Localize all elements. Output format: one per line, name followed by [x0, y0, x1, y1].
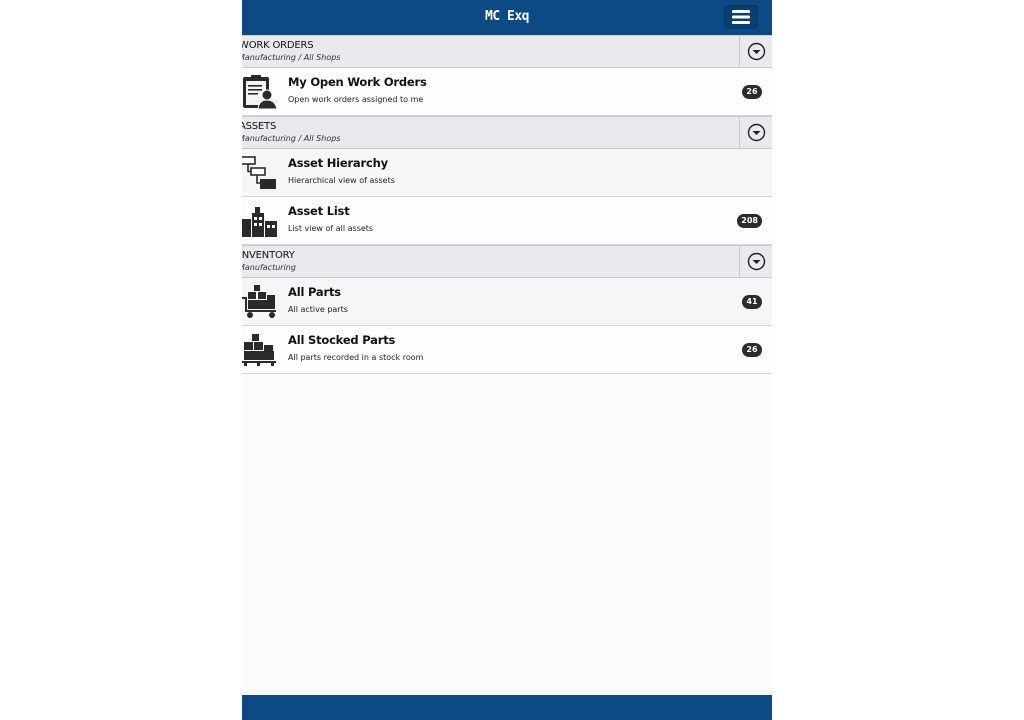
app-frame: MC Exq WORK ORDERS Manufacturing / All S…: [242, 0, 772, 720]
section-title: ASSETS: [242, 121, 277, 132]
chevron-down-circle-icon: [747, 123, 766, 142]
item-description: Hierarchical view of assets: [288, 176, 395, 185]
list-item-all-parts[interactable]: All Parts All active parts 41: [242, 278, 772, 326]
section-collapse-toggle[interactable]: [739, 36, 772, 67]
item-title: Asset List: [288, 204, 350, 218]
app-header: MC Exq: [242, 0, 772, 36]
section-collapse-toggle[interactable]: [739, 117, 772, 148]
count-badge: 208: [737, 214, 762, 228]
section-title: WORK ORDERS: [242, 40, 314, 51]
section-collapse-toggle[interactable]: [739, 246, 772, 277]
hamburger-menu-icon: [732, 10, 750, 24]
section-title: INVENTORY: [242, 250, 295, 261]
list-item-my-open-work-orders[interactable]: My Open Work Orders Open work orders ass…: [242, 68, 772, 116]
item-title: Asset Hierarchy: [288, 156, 388, 170]
app-title: MC Exq: [485, 9, 529, 24]
section-subtitle: Manufacturing / All Shops: [242, 134, 341, 143]
list-item-asset-list[interactable]: Asset List List view of all assets 208: [242, 197, 772, 245]
count-badge: 41: [742, 295, 762, 309]
stocked-pallet-icon: [242, 334, 276, 366]
item-title: All Parts: [288, 285, 341, 299]
chevron-down-circle-icon: [747, 252, 766, 271]
count-badge: 26: [742, 85, 762, 99]
main-list: WORK ORDERS Manufacturing / All Shops My…: [242, 35, 772, 374]
item-title: My Open Work Orders: [288, 75, 427, 89]
item-description: Open work orders assigned to me: [288, 95, 424, 104]
menu-button[interactable]: [724, 5, 758, 29]
item-title: All Stocked Parts: [288, 333, 396, 347]
app-footer: [242, 695, 772, 720]
item-description: All active parts: [288, 305, 348, 314]
list-item-all-stocked-parts[interactable]: All Stocked Parts All parts recorded in …: [242, 326, 772, 374]
parts-cart-icon: [242, 285, 276, 318]
chevron-down-circle-icon: [747, 42, 766, 61]
factory-icon: [242, 207, 277, 237]
count-badge: 26: [742, 343, 762, 357]
section-header-work-orders[interactable]: WORK ORDERS Manufacturing / All Shops: [242, 35, 772, 68]
work-order-clipboard-icon: [243, 75, 278, 110]
section-header-assets[interactable]: ASSETS Manufacturing / All Shops: [242, 116, 772, 149]
hierarchy-tree-icon: [242, 156, 276, 189]
item-description: List view of all assets: [288, 224, 374, 233]
item-description: All parts recorded in a stock room: [288, 353, 424, 362]
section-subtitle: Manufacturing / All Shops: [242, 53, 341, 62]
section-header-inventory[interactable]: INVENTORY Manufacturing: [242, 245, 772, 278]
section-subtitle: Manufacturing: [242, 263, 296, 272]
list-item-asset-hierarchy[interactable]: Asset Hierarchy Hierarchical view of ass…: [242, 149, 772, 197]
